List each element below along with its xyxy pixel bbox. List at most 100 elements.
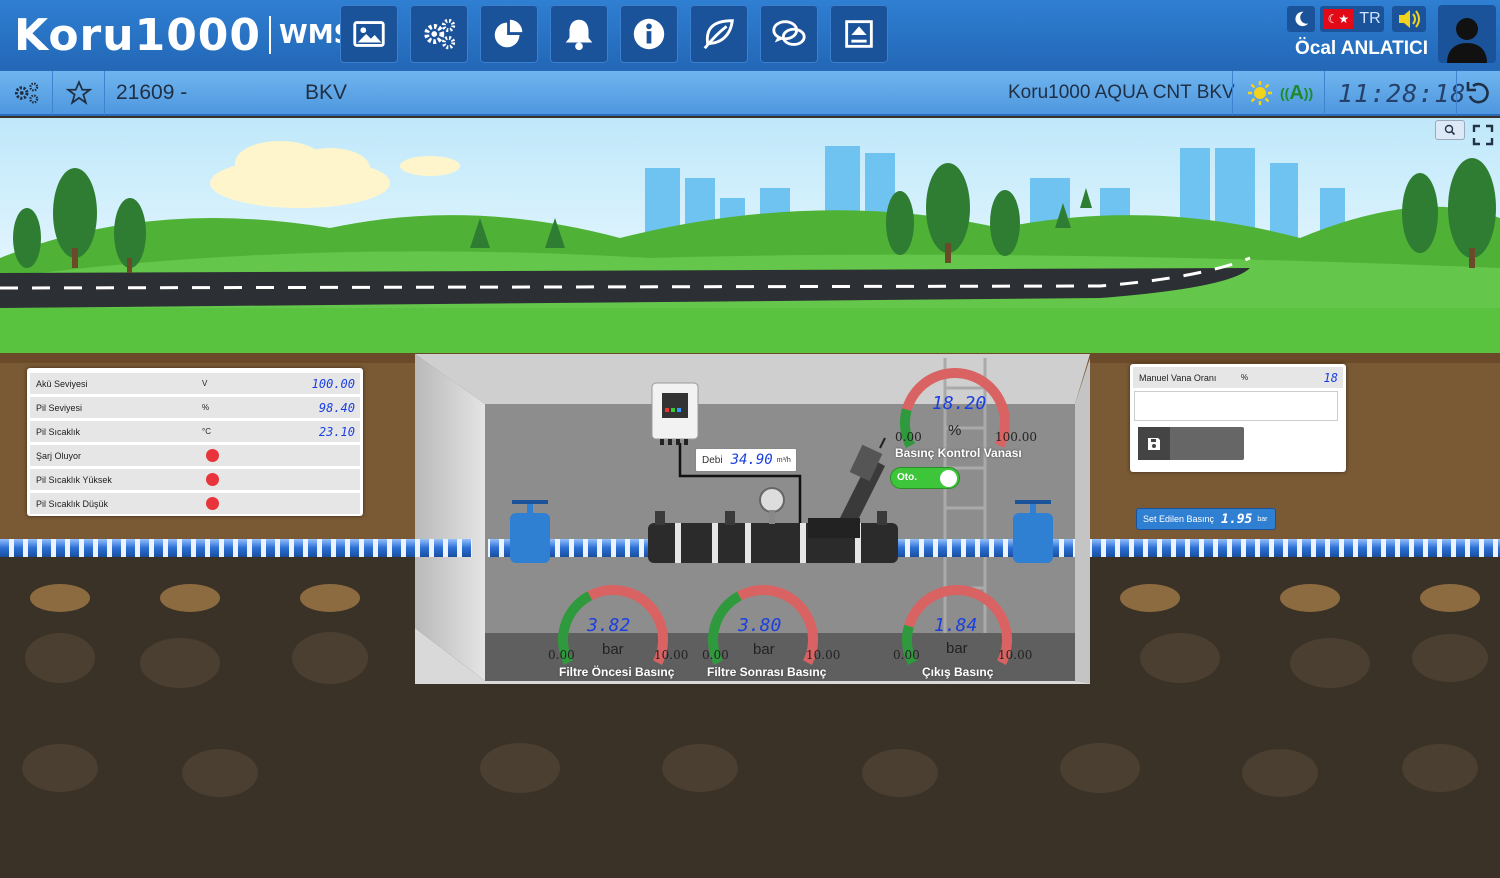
manual-valve-label: Manuel Vana Oranı <box>1139 372 1217 383</box>
flow-display: Debi 34.90 m³/h <box>695 448 797 472</box>
app-window: Koru1000 WMS ☾★ TR Öcal ANLATICI 21609 -… <box>0 0 1500 878</box>
user-avatar-icon <box>1447 18 1487 63</box>
language-code: TR <box>1359 10 1381 27</box>
turkey-flag-icon: ☾★ <box>1323 9 1354 29</box>
messages-button[interactable] <box>760 5 818 63</box>
manual-valve-panel: Manuel Vana Oranı % 18 <box>1130 364 1346 472</box>
status-row: Şarj Oluyor <box>30 445 360 466</box>
status-row-value: 98.40 <box>318 400 355 415</box>
filter-outlet-value: 3.80 <box>738 615 782 636</box>
filter-inlet-value: 3.82 <box>587 615 631 636</box>
filter-inlet-min: 0.00 <box>548 648 575 662</box>
flow-meter-device[interactable] <box>651 382 699 445</box>
status-row-label: Akü Seviyesi <box>36 378 88 389</box>
gears-icon <box>15 82 39 104</box>
speaker-icon <box>1399 10 1420 28</box>
clock-display: 11:28:18 <box>1338 78 1467 108</box>
status-row: Akü Seviyesi V 100.00 <box>30 373 360 394</box>
status-row: Pil Sıcaklık Düşük <box>30 493 360 514</box>
logo-divider <box>269 16 272 54</box>
status-row-value: 23.10 <box>318 424 355 439</box>
status-row-value: 100.00 <box>311 376 355 391</box>
reports-button[interactable] <box>480 5 538 63</box>
export-button[interactable] <box>830 5 888 63</box>
info-button[interactable] <box>620 5 678 63</box>
outlet-pressure-unit: bar <box>946 640 968 657</box>
save-button[interactable] <box>1138 427 1244 460</box>
alarms-button[interactable] <box>550 5 608 63</box>
image-button[interactable] <box>340 5 398 63</box>
environment-button[interactable] <box>690 5 748 63</box>
status-indicator-dot <box>206 497 219 510</box>
flow-unit: m³/h <box>776 456 791 464</box>
language-selector[interactable]: ☾★ TR <box>1320 6 1384 32</box>
leaf-icon <box>703 19 734 50</box>
battery-status-panel: Akü Seviyesi V 100.00 Pil Seviyesi% 98.40 Pil… <box>27 368 363 516</box>
fullscreen-button[interactable] <box>1470 122 1496 148</box>
setpoint-display: Set Edilen Basınç 1.95 bar <box>1136 508 1276 530</box>
manual-valve-row: Manuel Vana Oranı % 18 <box>1133 367 1343 388</box>
station-settings-button[interactable] <box>10 71 44 115</box>
filter-outlet-title: Filtre Sonrası Basınç <box>707 665 827 679</box>
filter-outlet-min: 0.00 <box>702 648 729 662</box>
mode-toggle[interactable]: Oto. <box>890 467 960 489</box>
station-name: BKV <box>305 81 348 104</box>
user-avatar[interactable] <box>1438 5 1496 63</box>
status-row-unit: °C <box>202 427 211 436</box>
setpoint-unit: bar <box>1257 515 1268 523</box>
status-row-label: Pil Sıcaklık <box>36 426 81 437</box>
outlet-pressure-min: 0.00 <box>893 648 920 662</box>
valve-gauge-unit: % <box>948 422 962 439</box>
sound-button[interactable] <box>1392 6 1426 32</box>
gears-icon <box>424 18 456 50</box>
brand-logo[interactable]: Koru1000 WMS <box>14 9 352 61</box>
status-row-label: Pil Seviyesi <box>36 402 83 413</box>
status-indicator-dot <box>206 449 219 462</box>
mode-toggle-label: Oto. <box>897 472 917 483</box>
signal-indicator: (( A )) <box>1280 81 1314 104</box>
outlet-pressure-max: 10.00 <box>998 648 1033 662</box>
manual-valve-input[interactable] <box>1134 391 1338 421</box>
status-row: Pil Sıcaklık Yüksek <box>30 469 360 490</box>
outlet-pipe <box>1090 539 1500 557</box>
filter-inlet-max: 10.00 <box>654 648 689 662</box>
setpoint-value: 1.95 <box>1221 511 1253 527</box>
favorite-button[interactable] <box>62 71 96 115</box>
refresh-icon <box>1466 82 1489 104</box>
chat-icon <box>772 20 806 46</box>
status-row-label: Şarj Oluyor <box>36 450 82 461</box>
refresh-button[interactable] <box>1464 71 1492 115</box>
filter-inlet-title: Filtre Öncesi Basınç <box>559 665 675 679</box>
station-id: 21609 - <box>116 81 188 104</box>
top-navigation-bar: Koru1000 WMS ☾★ TR Öcal ANLATICI <box>0 0 1500 70</box>
station-scene: Akü Seviyesi V 100.00 Pil Seviyesi% 98.40 Pil… <box>0 118 1500 878</box>
fullscreen-icon <box>1472 124 1494 146</box>
station-bar: 21609 - BKV Koru1000 AQUA CNT BKV (( A )… <box>0 70 1500 116</box>
zoom-button[interactable] <box>1435 120 1465 140</box>
status-row: Pil Seviyesi% 98.40 <box>30 397 360 418</box>
status-row: Pil Sıcaklık °C 23.10 <box>30 421 360 442</box>
manual-valve-unit: % <box>1241 373 1249 382</box>
image-icon <box>353 21 385 47</box>
filter-outlet-unit: bar <box>753 641 775 658</box>
valve-gauge-max: 100.00 <box>995 430 1037 444</box>
floppy-disk-icon <box>1138 427 1170 460</box>
valve-gauge-title: Basınç Kontrol Vanası <box>895 446 1022 460</box>
bell-icon <box>565 19 593 51</box>
brand-name: Koru1000 <box>14 9 262 61</box>
manual-valve-value: 18 <box>1323 370 1338 385</box>
status-row-unit: % <box>202 403 210 412</box>
user-name[interactable]: Öcal ANLATICI <box>1295 38 1428 60</box>
device-name: Koru1000 AQUA CNT BKV <box>1008 82 1235 103</box>
outlet-pressure-title: Çıkış Basınç <box>922 665 994 679</box>
star-icon <box>66 80 92 105</box>
status-indicator-dot <box>206 473 219 486</box>
valve-gauge-min: 0.00 <box>895 430 922 444</box>
settings-button[interactable] <box>410 5 468 63</box>
dark-mode-button[interactable] <box>1287 6 1315 32</box>
info-icon <box>633 18 665 50</box>
flow-label: Debi <box>702 454 723 466</box>
mode-toggle-knob <box>940 470 957 487</box>
pie-chart-icon <box>494 19 523 48</box>
signal-label: A <box>1289 81 1304 104</box>
